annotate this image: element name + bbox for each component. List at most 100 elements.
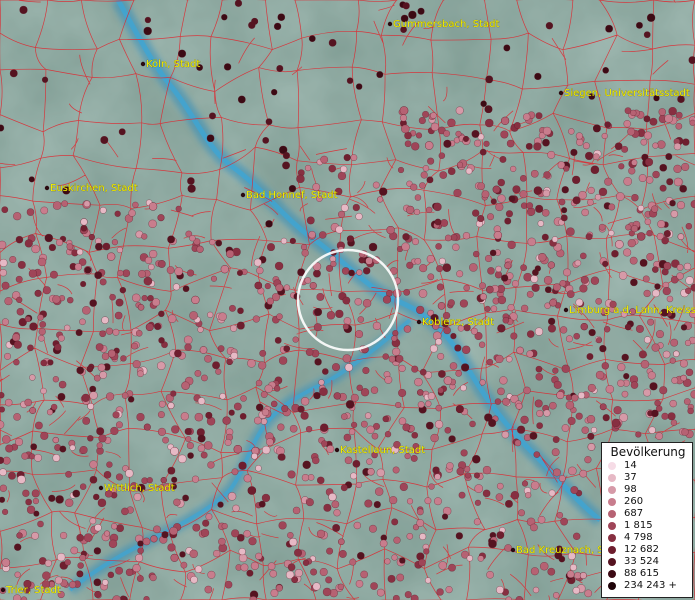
population-dot (366, 458, 373, 465)
population-dot (598, 187, 608, 196)
population-dot (627, 127, 635, 136)
city-label[interactable]: Gummersbach, Stadt (393, 19, 500, 30)
population-dot (642, 275, 650, 283)
population-dot (350, 154, 358, 161)
population-dot (477, 555, 484, 562)
city-marker[interactable] (334, 447, 340, 453)
population-dot (658, 108, 666, 116)
city-marker[interactable] (510, 547, 516, 553)
city-label[interactable]: Wittlich, Stadt (104, 483, 175, 494)
population-dot (399, 557, 406, 564)
population-dot (655, 432, 663, 440)
population-dot (430, 433, 439, 443)
population-dot (93, 578, 102, 587)
population-dot (351, 421, 358, 428)
city-label[interactable]: Limburg a.d. Lahn, Kreisstadt (569, 305, 695, 316)
population-dot (339, 550, 347, 558)
population-dot (676, 272, 684, 280)
population-dot (97, 498, 107, 507)
population-dot (35, 421, 43, 430)
population-dot (512, 185, 521, 194)
population-dot (14, 543, 22, 551)
map-canvas[interactable]: Gummersbach, Stadt Köln, Stadt Siegen, Uni… (0, 0, 695, 600)
population-dot (395, 402, 402, 408)
population-dot (309, 35, 316, 42)
city-label[interactable]: Bad Honnef, Stadt (246, 190, 338, 201)
population-dot (565, 394, 572, 401)
population-dot (583, 142, 590, 150)
population-dot (342, 267, 350, 275)
population-dot (169, 526, 178, 536)
population-dot (25, 498, 32, 506)
population-dot (573, 532, 581, 540)
population-dot (474, 484, 483, 493)
population-dot (677, 233, 685, 240)
city-marker[interactable] (0, 587, 6, 593)
population-dot (182, 494, 189, 502)
city-label[interactable]: Siegen, Universitätsstadt (564, 88, 690, 99)
population-dot (548, 317, 556, 325)
population-dot (306, 216, 315, 225)
population-dot (116, 524, 124, 532)
population-dot (278, 521, 287, 530)
population-dot (207, 311, 214, 318)
population-dot (504, 544, 512, 552)
population-dot (568, 466, 577, 476)
population-dot (439, 171, 447, 179)
population-dot (307, 474, 315, 481)
city-label[interactable]: Trier, Stadt (5, 585, 61, 596)
city-marker[interactable] (387, 21, 393, 27)
population-dot (348, 428, 356, 435)
population-dot (651, 205, 659, 213)
population-dot (681, 163, 690, 171)
city-marker[interactable] (44, 185, 50, 191)
population-dot (356, 269, 363, 276)
population-dot (479, 148, 487, 156)
city-marker[interactable] (563, 307, 569, 313)
population-dot (255, 552, 263, 560)
city-marker[interactable] (558, 90, 564, 96)
population-dot (647, 318, 654, 326)
population-dot (621, 353, 629, 361)
population-dot (472, 209, 480, 217)
population-dot (404, 140, 412, 147)
city-marker[interactable] (240, 192, 246, 198)
city-label[interactable]: Köln, Stadt (146, 59, 201, 70)
population-dot (645, 158, 653, 167)
population-dot (325, 576, 333, 584)
city-marker[interactable] (98, 485, 104, 491)
population-dot (37, 520, 44, 528)
city-label[interactable]: Kastellaun, Stadt (340, 445, 426, 456)
population-dot (64, 559, 71, 566)
population-dot (604, 326, 611, 333)
population-dot (162, 436, 169, 444)
city-marker[interactable] (416, 319, 422, 325)
population-dot (663, 230, 671, 238)
map-view[interactable]: Gummersbach, Stadt Köln, Stadt Siegen, Uni… (0, 0, 695, 600)
population-dot (388, 355, 396, 363)
population-dot (438, 152, 445, 159)
population-dot (514, 439, 522, 447)
population-dot (447, 299, 455, 307)
population-dot (52, 454, 61, 462)
population-dot (453, 189, 462, 197)
city-label[interactable]: Euskirchen, Stadt (50, 183, 138, 194)
population-dot (553, 592, 560, 599)
city-label[interactable]: Koblenz, Stadt (422, 317, 494, 328)
population-dot (133, 493, 142, 501)
population-dot (137, 575, 144, 582)
city-marker[interactable] (140, 61, 146, 67)
population-dot (275, 261, 284, 271)
population-dot (326, 547, 333, 555)
population-dot (596, 337, 602, 344)
population-dot (297, 405, 305, 413)
population-dot (187, 177, 195, 185)
population-dot (226, 358, 233, 365)
population-dot (0, 269, 7, 277)
population-dot (376, 71, 384, 78)
population-dot (460, 384, 467, 392)
population-dot (629, 256, 638, 265)
population-dot (484, 105, 493, 113)
population-dot (89, 299, 97, 307)
population-dot (393, 595, 400, 600)
